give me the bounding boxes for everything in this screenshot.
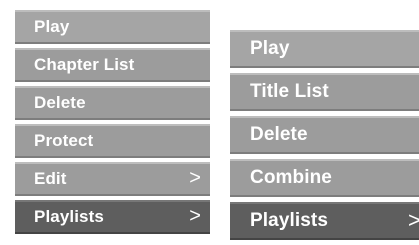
- menu-item-protect[interactable]: Protect: [15, 124, 210, 158]
- menu-item-title-list[interactable]: Title List: [230, 73, 419, 111]
- menu-item-play[interactable]: Play: [230, 30, 419, 68]
- menu-item-label: Delete: [250, 124, 308, 145]
- menu-item-playlists[interactable]: Playlists >: [15, 200, 210, 234]
- menu-item-delete[interactable]: Delete: [15, 86, 210, 120]
- menu-item-chapter-list[interactable]: Chapter List: [15, 48, 210, 82]
- menu-item-edit[interactable]: Edit >: [15, 162, 210, 196]
- chevron-right-icon: >: [189, 167, 201, 190]
- chevron-right-icon: >: [408, 207, 419, 233]
- menu-item-playlists[interactable]: Playlists >: [230, 202, 419, 240]
- menu-item-label: Edit: [34, 169, 67, 188]
- menu-item-label: Title List: [250, 81, 329, 102]
- menu-item-label: Protect: [34, 131, 94, 150]
- menu-item-delete[interactable]: Delete: [230, 116, 419, 154]
- menu-item-label: Chapter List: [34, 55, 135, 74]
- menu-item-label: Playlists: [250, 210, 329, 231]
- menu-item-combine[interactable]: Combine: [230, 159, 419, 197]
- right-menu: Play Title List Delete Combine Playlists…: [230, 30, 419, 245]
- menu-item-label: Play: [34, 17, 70, 36]
- menu-item-label: Delete: [34, 93, 86, 112]
- menu-item-label: Playlists: [34, 207, 104, 226]
- chevron-right-icon: >: [189, 205, 201, 228]
- menu-item-play[interactable]: Play: [15, 10, 210, 44]
- menu-item-label: Play: [250, 38, 290, 59]
- left-menu: Play Chapter List Delete Protect Edit > …: [15, 10, 210, 238]
- menu-item-label: Combine: [250, 167, 332, 188]
